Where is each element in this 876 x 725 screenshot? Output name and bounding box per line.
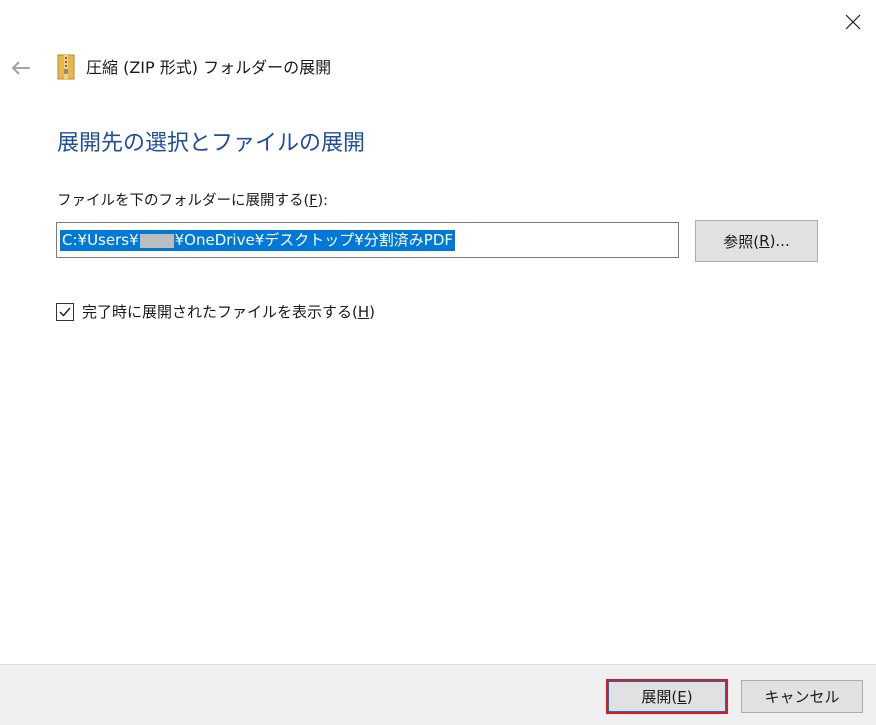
selected-path-text: C:¥Users¥ ¥OneDrive¥デスクトップ¥分割済みPDF bbox=[60, 230, 456, 251]
window-title: 圧縮 (ZIP 形式) フォルダーの展開 bbox=[86, 58, 332, 77]
browse-button[interactable]: 参照(R)... bbox=[695, 220, 818, 262]
destination-label: ファイルを下のフォルダーに展開する(F): bbox=[57, 193, 329, 209]
cancel-button[interactable]: キャンセル bbox=[741, 680, 863, 713]
show-files-label[interactable]: 完了時に展開されたファイルを表示する(H) bbox=[82, 302, 375, 322]
redacted-username bbox=[139, 233, 174, 248]
checkmark-icon bbox=[59, 307, 71, 317]
page-heading: 展開先の選択とファイルの展開 bbox=[57, 131, 366, 156]
destination-path-input[interactable]: C:¥Users¥ ¥OneDrive¥デスクトップ¥分割済みPDF bbox=[56, 222, 679, 258]
close-button[interactable] bbox=[830, 0, 876, 44]
zip-folder-icon bbox=[57, 54, 75, 80]
close-icon bbox=[845, 14, 861, 30]
show-files-checkbox[interactable] bbox=[56, 303, 74, 321]
extract-button[interactable]: 展開(E) bbox=[606, 679, 728, 714]
back-button[interactable] bbox=[6, 54, 36, 82]
back-arrow-icon bbox=[11, 61, 30, 75]
